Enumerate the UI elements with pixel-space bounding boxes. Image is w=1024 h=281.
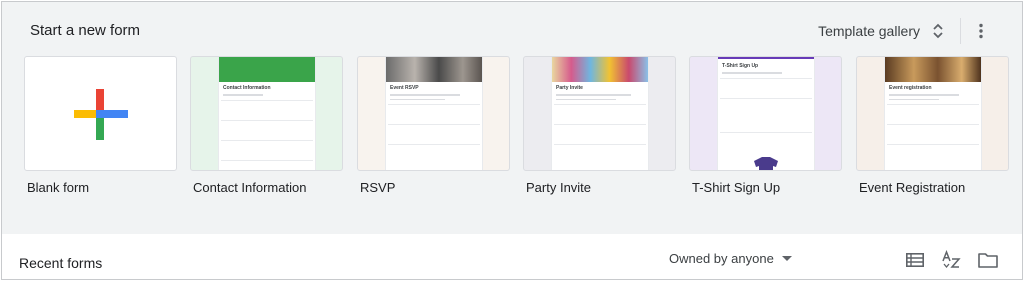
preview-field [221, 139, 313, 156]
template-card-label: T-Shirt Sign Up [692, 180, 781, 195]
form-preview-title: Event registration [889, 85, 932, 91]
form-preview-title: Party Invite [556, 85, 583, 91]
preview-line [390, 94, 460, 96]
template-gallery-button[interactable]: Template gallery [810, 16, 950, 46]
preview-line [390, 98, 445, 100]
template-card-blank[interactable]: Blank form [24, 56, 177, 195]
form-preview: Contact Information [219, 57, 315, 171]
sort-button[interactable] [939, 248, 963, 272]
form-preview: Event RSVP [386, 57, 482, 170]
template-thumbnail: Contact Information [190, 56, 343, 171]
more-options-button[interactable] [968, 18, 994, 44]
sort-az-icon [942, 250, 961, 269]
form-preview-title: T-Shirt Sign Up [722, 63, 759, 69]
unfold-more-icon [933, 23, 943, 39]
list-view-icon [906, 253, 924, 267]
template-card-label: Blank form [27, 180, 90, 195]
preview-field [554, 104, 646, 120]
template-card-tshirt-sign-up[interactable]: T-Shirt Sign Up T-Shirt Sign Up [689, 56, 842, 195]
form-preview-banner [552, 57, 648, 82]
template-thumbnail [24, 56, 177, 171]
form-preview: Party Invite [552, 57, 648, 170]
preview-line [556, 98, 616, 100]
template-card-rsvp[interactable]: Event RSVP RSVP [357, 56, 510, 195]
form-preview-banner [219, 57, 315, 82]
template-card-party-invite[interactable]: Party Invite Party Invite [523, 56, 676, 195]
template-thumbnail: Event RSVP [357, 56, 510, 171]
owner-filter-dropdown[interactable]: Owned by anyone [669, 251, 792, 266]
template-card-label: RSVP [360, 180, 396, 195]
template-card-label: Event Registration [859, 180, 966, 195]
open-file-picker-button[interactable] [976, 248, 1000, 272]
preview-field [720, 97, 812, 128]
preview-field [388, 144, 480, 160]
templates-heading: Start a new form [30, 22, 141, 39]
preview-line [556, 94, 631, 96]
form-preview-banner [386, 57, 482, 82]
form-preview-banner [885, 57, 981, 82]
preview-line [889, 94, 959, 96]
template-thumbnail: Party Invite [523, 56, 676, 171]
template-card-label: Party Invite [526, 180, 592, 195]
form-preview: Event registration [885, 57, 981, 170]
folder-icon [978, 253, 998, 268]
template-gallery-label: Template gallery [818, 23, 920, 39]
more-vert-icon [979, 23, 983, 39]
template-card-label: Contact Information [193, 180, 307, 195]
recent-forms-bar: Recent forms Owned by anyone [2, 234, 1022, 279]
preview-field [388, 104, 480, 120]
preview-field [720, 77, 812, 94]
preview-line [889, 98, 939, 100]
template-section: Start a new form Template gallery Blank … [2, 2, 1022, 234]
preview-field [887, 104, 979, 120]
template-thumbnail: T-Shirt Sign Up [689, 56, 842, 171]
form-preview-title: Event RSVP [390, 85, 419, 91]
preview-field [554, 144, 646, 160]
preview-field [720, 131, 812, 148]
preview-field [388, 124, 480, 140]
preview-line [722, 72, 782, 74]
form-preview-title: Contact Information [223, 85, 271, 91]
template-card-contact-information[interactable]: Contact Information Contact Information [190, 56, 343, 195]
owner-filter-label: Owned by anyone [669, 251, 774, 266]
preview-field [887, 124, 979, 140]
toolbar-divider [960, 18, 961, 44]
preview-field [221, 159, 313, 171]
plus-icon [74, 89, 128, 140]
forms-home: Start a new form Template gallery Blank … [1, 1, 1023, 280]
list-view-button[interactable] [903, 248, 927, 272]
chevron-down-icon [781, 255, 792, 261]
preview-field [554, 124, 646, 140]
form-preview: T-Shirt Sign Up [718, 57, 814, 170]
preview-field [221, 99, 313, 116]
tshirt-icon [754, 157, 778, 170]
template-card-event-registration[interactable]: Event registration Event Registration [856, 56, 1009, 195]
recent-forms-heading: Recent forms [19, 255, 103, 271]
preview-field [887, 144, 979, 160]
preview-field [221, 119, 313, 136]
preview-line [223, 94, 263, 96]
template-thumbnail: Event registration [856, 56, 1009, 171]
